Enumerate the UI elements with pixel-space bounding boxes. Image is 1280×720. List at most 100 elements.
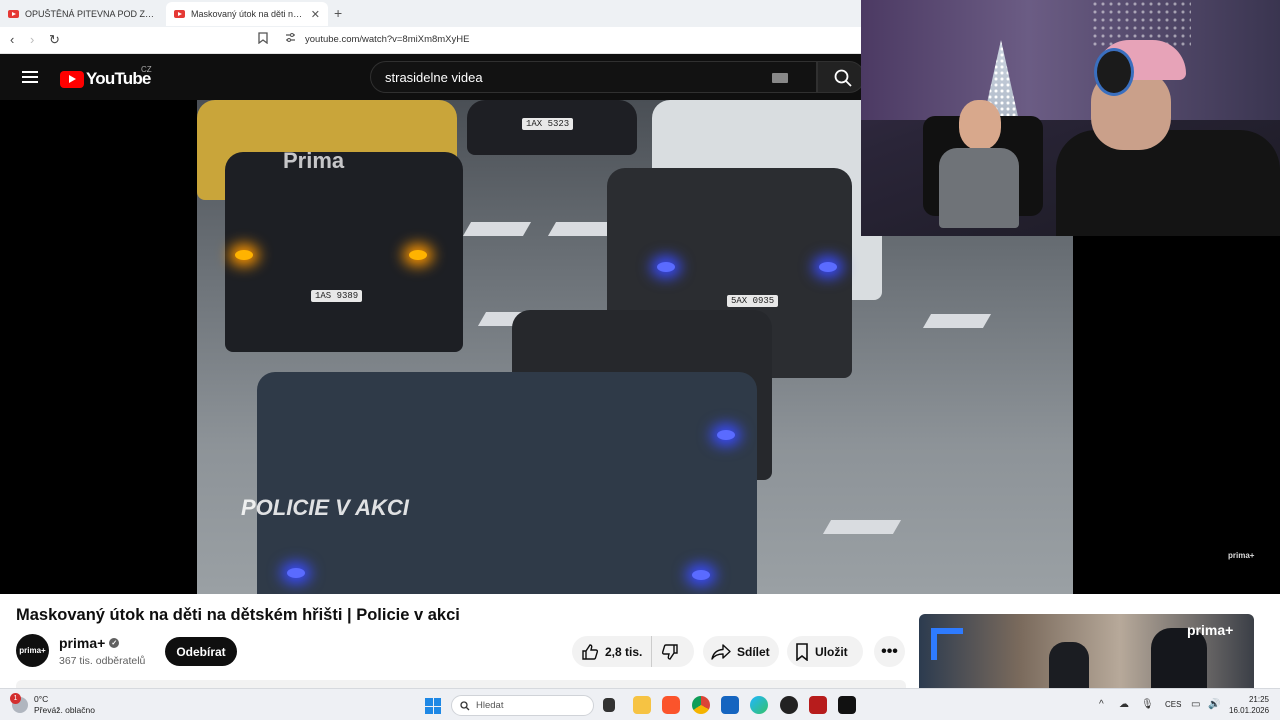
display-icon[interactable]: ▭ [1191,699,1200,710]
thumbs-up-icon [582,643,599,660]
crosswalk-stripe [922,314,992,328]
clock-time: 21:25 [1248,695,1269,704]
save-label: Uložit [815,644,848,659]
forward-icon[interactable]: › [30,32,34,47]
windows-start-icon[interactable] [425,698,441,714]
weather-temperature: 0°C [34,694,49,704]
cloudy-weather-icon: 1 [10,693,28,713]
license-plate: 1AS 9389 [311,290,363,302]
subscribe-button[interactable]: Odebírat [165,637,237,666]
input-language[interactable]: CES [1165,700,1181,709]
reload-icon[interactable]: ↻ [49,32,60,48]
url-field[interactable]: youtube.com/watch?v=8miXm8mXyHE [305,34,469,45]
prima-watermark: Prima [283,148,345,173]
volume-icon[interactable]: 🔊 [1208,699,1220,710]
headlight [717,430,735,440]
headlight [235,250,253,260]
prima-plus-corner-logo: prima+ [1228,551,1255,560]
verified-check-icon: ✓ [109,638,120,648]
license-plate: 1AX 5323 [522,118,574,130]
prima-plus-logo: prima+ [1187,622,1234,638]
headphones-icon [1094,48,1134,96]
kick-app-icon[interactable] [721,696,739,714]
crosswalk-stripe [822,520,902,534]
dislike-button[interactable] [652,643,694,661]
headlight [657,262,675,272]
windows-taskbar: 1 0°C Převáž. oblačno Hledat ^ ☁ 🎙 CES ▭… [0,688,1280,720]
clock-date: 16.01.2026 [1229,706,1270,715]
address-bar: ‹ › ↻ youtube.com/watch?v=8miXm8mXyHE [0,27,861,54]
child-figure [939,100,1019,230]
bookmark-icon [796,642,808,661]
search-query: strasidelne videa [385,70,483,85]
search-input[interactable]: strasidelne videa [370,61,817,93]
task-view-icon[interactable] [603,698,615,712]
like-dislike-group: 2,8 tis. [572,636,694,667]
headlight [409,250,427,260]
microphone-icon[interactable]: 🎙 [1141,699,1154,710]
headlight [819,262,837,272]
file-explorer-icon[interactable] [633,696,651,714]
obs-icon[interactable] [780,696,798,714]
subscriber-count: 367 tis. odběratelů [59,655,146,667]
youtube-logo[interactable]: YouTube CZ [60,65,152,89]
menu-icon[interactable] [22,71,38,83]
share-arrow-icon [711,643,731,660]
browser-tab-strip: OPUŠTĚNÁ PITEVNA POD ZEMÍ – M Maskovaný … [0,0,861,27]
crosswalk-stripe [462,222,532,236]
license-plate: 5AX 0935 [727,295,779,307]
network-icon[interactable]: ☁ [1119,699,1129,710]
weather-description: Převáž. oblačno [34,705,95,715]
headlight [692,570,710,580]
youtube-favicon-icon [174,10,185,18]
tab-opustena-pitevna[interactable]: OPUŠTĚNÁ PITEVNA POD ZEMÍ – M [0,2,163,26]
site-info-icon[interactable] [285,32,296,46]
bookmark-icon[interactable] [258,32,268,47]
video-title: Maskovaný útok na děti na dětském hřišti… [16,606,460,624]
share-label: Sdílet [737,644,770,659]
crosswalk-stripe [547,222,617,236]
bmw-car [225,152,463,352]
policie-v-akci-watermark: POLICIE V AKCI [241,495,409,520]
more-actions-button[interactable]: ••• [874,636,905,667]
channel-name-row[interactable]: prima+ ✓ [59,635,120,651]
edge-icon[interactable] [750,696,768,714]
voicemeeter-icon[interactable] [809,696,827,714]
headlight [287,568,305,578]
system-clock[interactable]: 21:25 16.01.2026 [1229,694,1269,716]
notification-badge: 1 [10,693,21,704]
search-icon [834,69,852,87]
close-tab-icon[interactable]: ✕ [311,8,320,21]
taskbar-search-box[interactable]: Hledat [451,695,594,716]
tab-maskovany-utok[interactable]: Maskovaný útok na děti na dět ✕ [166,2,328,26]
youtube-header: YouTube CZ strasidelne videa [0,54,865,100]
brave-browser-icon[interactable] [662,696,680,714]
country-code: CZ [141,65,152,74]
tab-label: OPUŠTĚNÁ PITEVNA POD ZEMÍ – M [25,9,155,19]
youtube-play-icon [60,70,84,88]
taskbar-search-placeholder: Hledat [476,700,504,711]
save-button[interactable]: Uložit [787,636,863,667]
tiktok-icon[interactable] [838,696,856,714]
chrome-icon[interactable] [692,696,710,714]
back-icon[interactable]: ‹ [10,32,14,47]
streamer-figure [1056,40,1280,236]
description-box[interactable] [16,680,906,688]
like-count: 2,8 tis. [605,644,643,659]
show-hidden-icons-icon[interactable]: ^ [1099,699,1104,710]
like-button[interactable]: 2,8 tis. [572,636,652,667]
search-icon [460,700,470,710]
channel-name[interactable]: prima+ [59,635,105,651]
share-button[interactable]: Sdílet [703,636,779,667]
search-button[interactable] [817,61,865,93]
recommended-video-thumbnail[interactable]: prima+ [919,614,1254,688]
youtube-favicon-icon [8,10,19,18]
weather-widget[interactable]: 1 0°C Převáž. oblačno [10,693,95,716]
officer-figure [1049,642,1089,688]
front-car [257,372,757,594]
channel-avatar[interactable]: prima+ [16,634,49,667]
new-tab-icon[interactable]: + [334,5,342,21]
tab-label: Maskovaný útok na děti na dět [191,9,307,19]
thumbs-down-icon [661,643,678,660]
keyboard-icon[interactable] [772,73,788,83]
